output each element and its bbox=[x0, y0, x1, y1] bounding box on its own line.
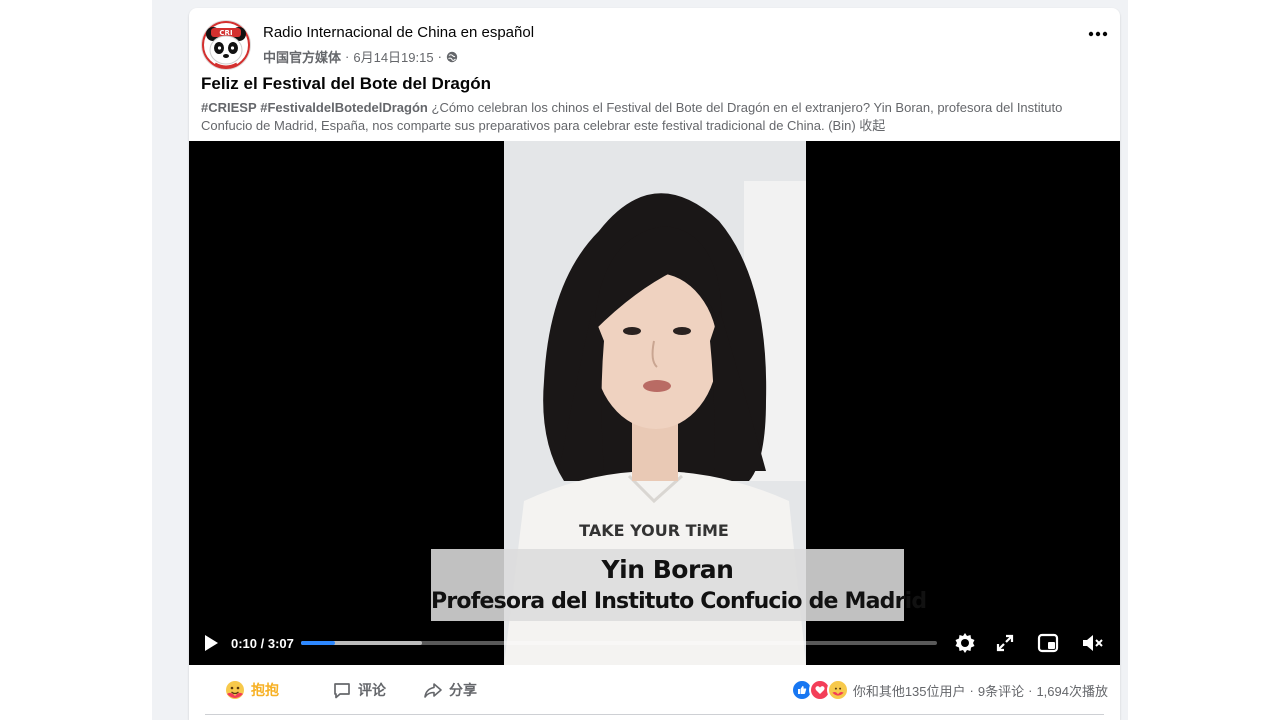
post-stats: 你和其他135位用户 · 9条评论 · 1,694次播放 bbox=[790, 679, 1108, 701]
page-avatar[interactable]: CRI bbox=[201, 20, 251, 70]
post-actions: 抱抱 评论 分享 你和其他135位用户 · 9条评论 · 1,694次播放 bbox=[189, 665, 1120, 713]
hug-label: 抱抱 bbox=[251, 682, 279, 698]
reactions-count[interactable]: 你和其他135位用户 bbox=[853, 681, 966, 700]
progress-played bbox=[301, 641, 336, 645]
video-controls: 0:10 / 3:07 bbox=[189, 623, 1120, 663]
caption-role: Profesora del Instituto Confucio de Madr… bbox=[431, 589, 927, 614]
caption-lower-third: Yin Boran Profesora del Instituto Confuc… bbox=[431, 549, 927, 621]
share-icon bbox=[423, 680, 443, 700]
fullscreen-icon[interactable] bbox=[995, 633, 1015, 658]
comment-icon bbox=[332, 680, 352, 700]
gear-icon[interactable] bbox=[953, 631, 977, 660]
video-player[interactable]: TAKE YOUR TiME Yin Boran Profesora del I… bbox=[189, 141, 1120, 665]
meta-separator: · bbox=[345, 49, 350, 64]
caption-name: Yin Boran bbox=[601, 555, 734, 584]
views-count: 1,694次播放 bbox=[1036, 683, 1108, 699]
page-name-link[interactable]: Radio Internacional de China en español bbox=[263, 24, 534, 41]
hug-emoji-icon bbox=[225, 680, 245, 700]
post-title: Feliz el Festival del Bote del Dragón bbox=[201, 74, 492, 93]
meta-separator: · bbox=[437, 49, 442, 64]
reaction-icons[interactable] bbox=[790, 679, 849, 701]
comments-count[interactable]: 9条评论 bbox=[978, 681, 1024, 700]
post-meta: 中国官方媒体 · 6月14日19:15 · bbox=[263, 47, 458, 66]
post-date-link[interactable]: 6月14日19:15 bbox=[353, 47, 433, 66]
share-button[interactable]: 分享 bbox=[423, 677, 477, 703]
globe-icon bbox=[446, 51, 458, 63]
hashtag-link[interactable]: #CRIESP bbox=[201, 100, 257, 115]
panda-logo-icon: CRI bbox=[202, 21, 250, 69]
page-label: 中国官方媒体 bbox=[263, 50, 342, 65]
more-options-icon[interactable] bbox=[1086, 22, 1110, 46]
collapse-link[interactable]: 收起 bbox=[859, 118, 885, 133]
play-icon[interactable] bbox=[203, 634, 219, 657]
time-display: 0:10 / 3:07 bbox=[231, 636, 294, 651]
stats-separator: · bbox=[1028, 682, 1033, 698]
picture-in-picture-icon[interactable] bbox=[1037, 632, 1059, 659]
post-text: #CRIESP #FestivaldelBotedelDragón ¿Cómo … bbox=[201, 99, 1091, 134]
progress-bar[interactable] bbox=[301, 641, 937, 645]
comment-button[interactable]: 评论 bbox=[332, 677, 386, 703]
hashtag-link[interactable]: #FestivaldelBotedelDragón bbox=[260, 100, 428, 115]
post-card: CRI Radio Internacional de China en espa… bbox=[189, 8, 1120, 720]
divider bbox=[205, 714, 1104, 715]
shirt-text: TAKE YOUR TiME bbox=[579, 521, 729, 540]
comment-label: 评论 bbox=[358, 682, 386, 698]
muted-speaker-icon[interactable] bbox=[1081, 632, 1105, 659]
hug-reaction-icon bbox=[826, 679, 849, 701]
hug-reaction-button[interactable]: 抱抱 bbox=[225, 677, 279, 703]
stats-separator: · bbox=[969, 682, 974, 698]
share-label: 分享 bbox=[449, 682, 477, 698]
